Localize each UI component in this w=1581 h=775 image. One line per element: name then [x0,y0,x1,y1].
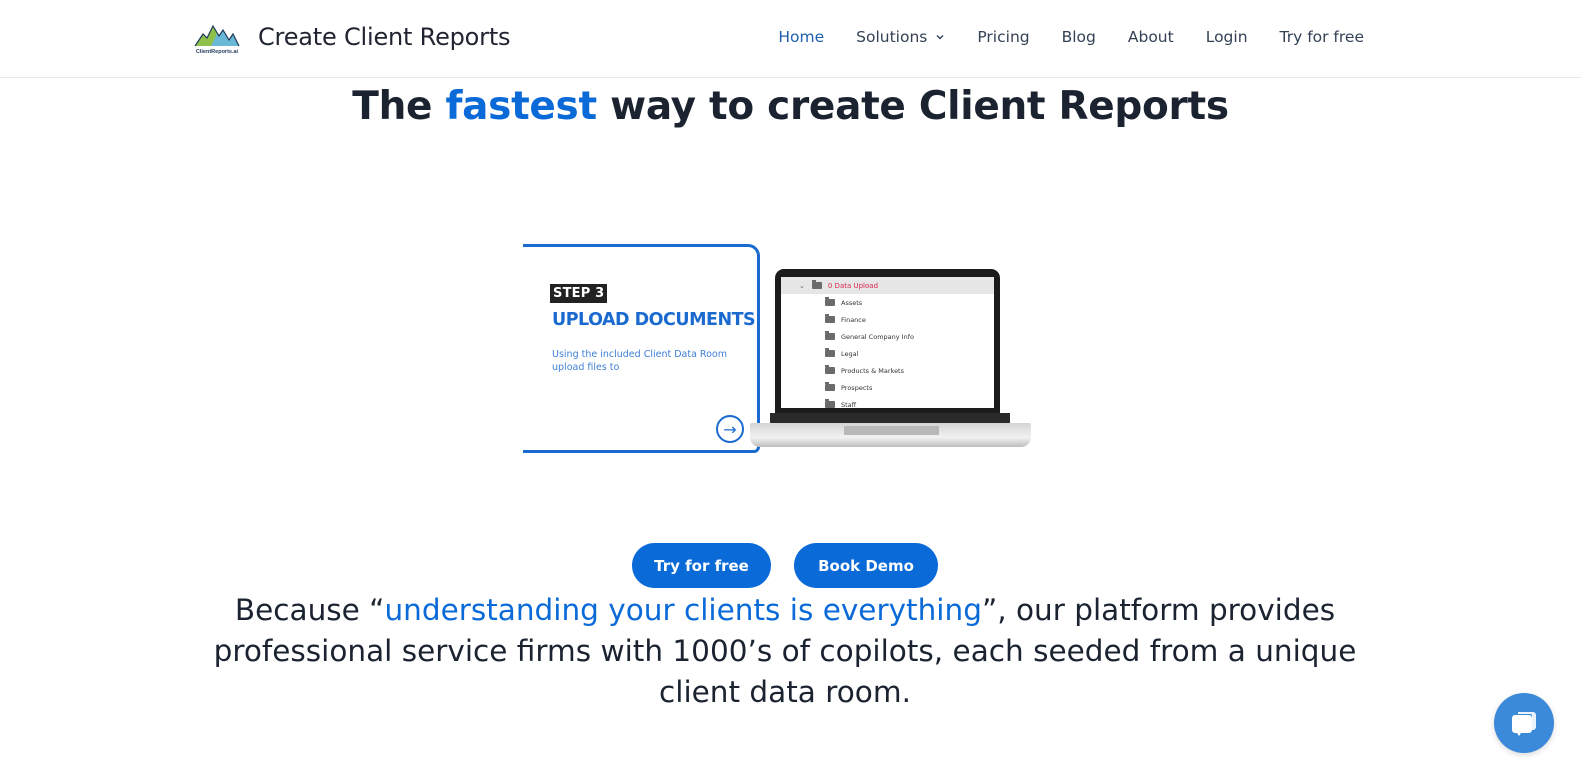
nav-about[interactable]: About [1128,28,1174,46]
tagline-accent: understanding your clients is everything [384,593,982,627]
nav-home[interactable]: Home [778,28,824,46]
folder-label: Staff [841,400,857,409]
nav-about-label: About [1127,28,1174,46]
folder-label: Products & Markets [841,366,904,375]
headline-prefix: The [352,84,446,129]
nav-login[interactable]: Login [1206,28,1248,46]
root-folder-row: ⌄ 0 Data Upload [781,277,994,294]
nav-solutions[interactable]: Solutions [856,28,945,46]
folder-label: Finance [841,315,866,324]
arrow-right-circle-icon: → [716,415,744,443]
root-folder-label: 0 Data Upload [827,281,879,290]
laptop-deck [750,423,1031,447]
laptop-screen: ⌄ 0 Data Upload Assets Finance General C… [781,277,994,408]
folder-icon [825,382,835,391]
nav-pricing-label: Pricing [977,28,1030,46]
nav-try-label: Try for free [1279,28,1364,46]
nav-home-label: Home [778,28,825,46]
main-nav: Home Solutions Pricing Blog About Login … [778,28,1364,46]
laptop-trackpad [844,426,939,435]
folder-icon [825,314,835,323]
folder-label: Legal [841,349,859,358]
tagline-prefix: Because “ [234,593,385,627]
folder-label: Assets [841,298,863,307]
laptop-illustration: ⌄ 0 Data Upload Assets Finance General C… [748,269,1033,454]
folder-icon [825,365,835,374]
brand-name[interactable]: Create Client Reports [258,23,511,51]
step-badge: STEP 3 [550,284,608,303]
nav-blog[interactable]: Blog [1062,28,1096,46]
nav-blog-label: Blog [1061,28,1096,46]
nav-pricing[interactable]: Pricing [977,28,1029,46]
book-demo-button[interactable]: Book Demo [794,543,938,588]
folder-icon [825,297,835,306]
folder-item: General Company Info [825,328,994,345]
headline-suffix: way to create Client Reports [596,84,1229,129]
chat-widget-button[interactable] [1494,693,1554,753]
folder-icon [825,348,835,357]
chat-bubbles-icon [1512,712,1536,736]
step-description: Using the included Client Data Room uplo… [552,349,727,373]
logo-icon[interactable]: ClientReports.ai [193,20,241,54]
folder-label: General Company Info [841,332,914,341]
nav-login-label: Login [1205,28,1248,46]
chevron-down-icon [936,35,944,40]
svg-text:ClientReports.ai: ClientReports.ai [196,49,239,54]
brand[interactable]: ClientReports.ai Create Client Reports [193,20,511,54]
folder-item: Staff [825,396,994,408]
headline-accent: fastest [445,84,597,129]
step-title: UPLOAD DOCUMENTS [552,310,756,330]
caret-down-icon: ⌄ [799,281,805,290]
folder-item: Finance [825,311,994,328]
laptop-base [748,413,1033,453]
page-headline: The fastest way to create Client Reports [0,84,1581,129]
folder-icon [811,280,822,289]
folder-item: Products & Markets [825,362,994,379]
folder-icon [825,331,835,340]
laptop-lid: ⌄ 0 Data Upload Assets Finance General C… [775,269,1000,413]
folder-item: Assets [825,294,994,311]
folder-list: Assets Finance General Company Info Lega… [781,294,994,408]
nav-try-for-free[interactable]: Try for free [1280,28,1364,46]
folder-label: Prospects [841,383,873,392]
step-card: STEP 3 UPLOAD DOCUMENTS Using the includ… [523,244,760,453]
try-for-free-button[interactable]: Try for free [632,543,771,588]
site-header: ClientReports.ai Create Client Reports H… [0,0,1581,78]
folder-item: Legal [825,345,994,362]
tagline: Because “understanding your clients is e… [190,590,1380,713]
nav-solutions-label: Solutions [856,28,928,46]
folder-item: Prospects [825,379,994,396]
folder-icon [825,399,835,408]
hero-image: STEP 3 UPLOAD DOCUMENTS Using the includ… [523,244,1033,456]
